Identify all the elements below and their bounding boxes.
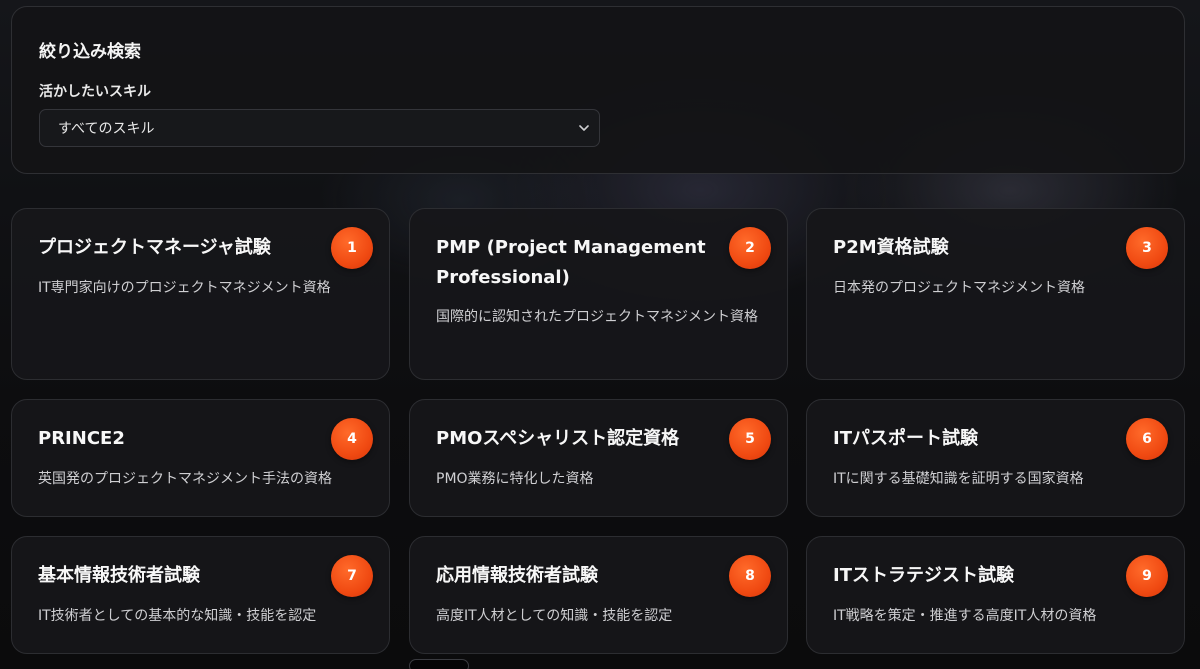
card-description: 日本発のプロジェクトマネジメント資格 <box>833 280 1085 296</box>
card-title: PRINCE2 <box>38 428 125 449</box>
card-title: PMOスペシャリスト認定資格 <box>436 428 680 449</box>
filter-panel: 絞り込み検索 活かしたいスキル すべてのスキル <box>11 6 1185 174</box>
qualification-card-2[interactable]: PMP (Project Management Professional) 国際… <box>409 208 788 380</box>
rank-badge: 4 <box>331 418 373 460</box>
qualification-card-3[interactable]: P2M資格試験 日本発のプロジェクトマネジメント資格 3 <box>806 208 1185 380</box>
rank-badge: 6 <box>1126 418 1168 460</box>
rank-badge: 8 <box>729 555 771 597</box>
qualification-card-6[interactable]: ITパスポート試験 ITに関する基礎知識を証明する国家資格 6 <box>806 399 1185 517</box>
qualification-card-9[interactable]: ITストラテジスト試験 IT戦略を策定・推進する高度IT人材の資格 9 <box>806 536 1185 654</box>
skill-select[interactable]: すべてのスキル <box>39 109 600 147</box>
skill-select-value: すべてのスキル <box>58 121 155 137</box>
card-description: 英国発のプロジェクトマネジメント手法の資格 <box>38 471 332 487</box>
filter-title: 絞り込み検索 <box>39 42 141 62</box>
card-title: PMP (Project Management Professional) <box>436 237 706 288</box>
rank-badge: 9 <box>1126 555 1168 597</box>
bottom-tab-handle[interactable] <box>409 659 469 669</box>
chevron-down-icon <box>579 125 589 131</box>
qualification-card-1[interactable]: プロジェクトマネージャ試験 IT専門家向けのプロジェクトマネジメント資格 1 <box>11 208 390 380</box>
card-title: プロジェクトマネージャ試験 <box>38 237 271 258</box>
card-description: 高度IT人材としての知識・技能を認定 <box>436 608 673 624</box>
skill-filter-label: 活かしたいスキル <box>39 84 151 100</box>
rank-badge: 1 <box>331 227 373 269</box>
rank-badge: 7 <box>331 555 373 597</box>
qualification-card-5[interactable]: PMOスペシャリスト認定資格 PMO業務に特化した資格 5 <box>409 399 788 517</box>
card-title: ITストラテジスト試験 <box>833 565 1014 586</box>
card-title: P2M資格試験 <box>833 237 949 258</box>
card-description: PMO業務に特化した資格 <box>436 471 594 487</box>
card-title: 基本情報技術者試験 <box>38 565 200 586</box>
card-description: 国際的に認知されたプロジェクトマネジメント資格 <box>436 309 758 325</box>
card-description: IT専門家向けのプロジェクトマネジメント資格 <box>38 280 331 296</box>
card-title: 応用情報技術者試験 <box>436 565 598 586</box>
card-title: ITパスポート試験 <box>833 428 978 449</box>
rank-badge: 2 <box>729 227 771 269</box>
rank-badge: 5 <box>729 418 771 460</box>
qualification-card-8[interactable]: 応用情報技術者試験 高度IT人材としての知識・技能を認定 8 <box>409 536 788 654</box>
qualification-card-7[interactable]: 基本情報技術者試験 IT技術者としての基本的な知識・技能を認定 7 <box>11 536 390 654</box>
qualification-card-4[interactable]: PRINCE2 英国発のプロジェクトマネジメント手法の資格 4 <box>11 399 390 517</box>
card-description: IT戦略を策定・推進する高度IT人材の資格 <box>833 608 1097 624</box>
card-description: ITに関する基礎知識を証明する国家資格 <box>833 471 1084 487</box>
card-description: IT技術者としての基本的な知識・技能を認定 <box>38 608 317 624</box>
rank-badge: 3 <box>1126 227 1168 269</box>
